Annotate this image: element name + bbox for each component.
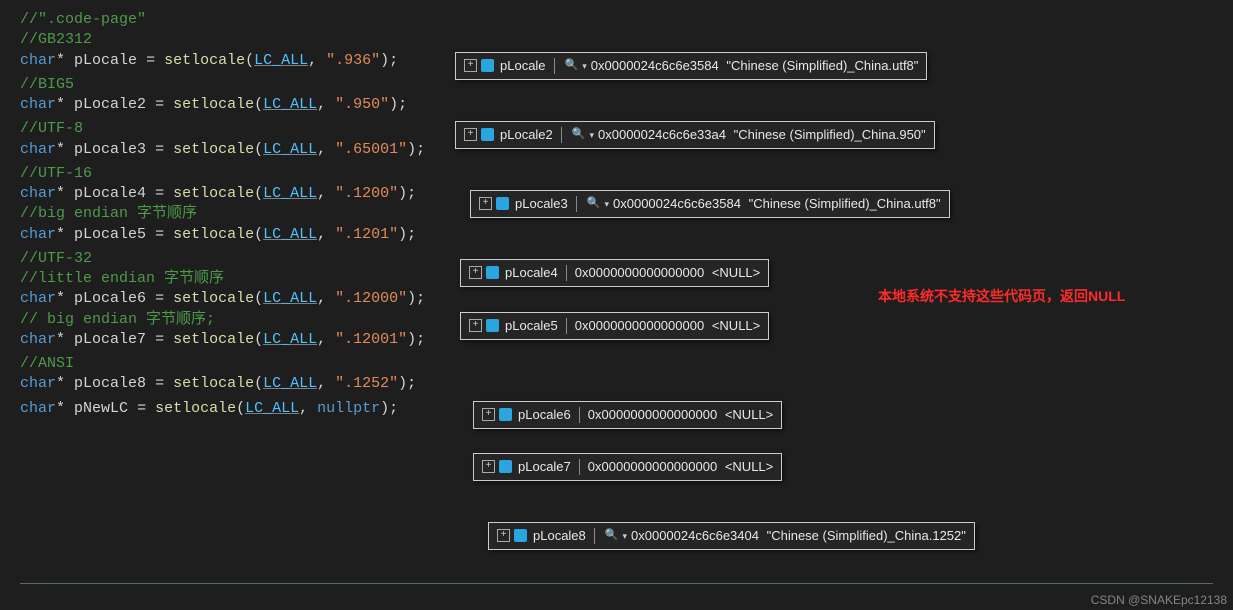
- code-line-pLocale5: char* pLocale5 = setlocale(LC_ALL, ".120…: [20, 225, 1213, 245]
- tooltip-string: <NULL>: [725, 406, 773, 424]
- tooltip-string: <NULL>: [712, 264, 760, 282]
- expand-icon[interactable]: +: [497, 529, 510, 542]
- variable-icon: [499, 460, 512, 473]
- tooltip-string: "Chinese (Simplified)_China.950": [734, 126, 926, 144]
- expand-icon[interactable]: +: [469, 266, 482, 279]
- comment-utf16: //UTF-16: [20, 165, 92, 182]
- annotation-text: 本地系统不支持这些代码页，返回NULL: [878, 287, 1125, 306]
- variable-icon: [496, 197, 509, 210]
- debug-tooltip-pLocale7[interactable]: + pLocale7 0x0000000000000000 <NULL>: [473, 453, 782, 481]
- chevron-down-icon[interactable]: ▾: [604, 198, 609, 210]
- debug-tooltip-pLocale5[interactable]: + pLocale5 0x0000000000000000 <NULL>: [460, 312, 769, 340]
- tooltip-address: 0x0000000000000000: [588, 406, 717, 424]
- tooltip-address: 0x0000024c6c6e3584: [613, 195, 741, 213]
- tooltip-address: 0x0000000000000000: [588, 458, 717, 476]
- tooltip-address: 0x0000000000000000: [575, 264, 704, 282]
- comment-utf8: //UTF-8: [20, 120, 83, 137]
- expand-icon[interactable]: +: [482, 408, 495, 421]
- magnifier-icon[interactable]: 🔍: [565, 58, 579, 73]
- expand-icon[interactable]: +: [482, 460, 495, 473]
- tooltip-varname: pLocale5: [505, 317, 558, 335]
- tooltip-string: "Chinese (Simplified)_China.1252": [767, 527, 966, 545]
- expand-icon[interactable]: +: [469, 319, 482, 332]
- tooltip-address: 0x0000000000000000: [575, 317, 704, 335]
- chevron-down-icon[interactable]: ▾: [622, 530, 627, 542]
- tooltip-varname: pLocale: [500, 57, 546, 75]
- tooltip-address: 0x0000024c6c6e3404: [631, 527, 759, 545]
- comment-codepage: //".code-page": [20, 11, 146, 28]
- tooltip-varname: pLocale6: [518, 406, 571, 424]
- debug-tooltip-pLocale3[interactable]: + pLocale3 🔍▾ 0x0000024c6c6e3584 "Chinese…: [470, 190, 950, 218]
- watermark: CSDN @SNAKEpc12138: [1091, 592, 1227, 608]
- magnifier-icon[interactable]: 🔍: [587, 196, 601, 211]
- tooltip-varname: pLocale8: [533, 527, 586, 545]
- magnifier-icon[interactable]: 🔍: [572, 127, 586, 142]
- debug-tooltip-pLocale8[interactable]: + pLocale8 🔍▾ 0x0000024c6c6e3404 "Chinese…: [488, 522, 975, 550]
- tooltip-varname: pLocale2: [500, 126, 553, 144]
- debug-tooltip-pLocale[interactable]: + pLocale 🔍▾ 0x0000024c6c6e3584 "Chinese …: [455, 52, 927, 80]
- variable-icon: [486, 319, 499, 332]
- debug-tooltip-pLocale4[interactable]: + pLocale4 0x0000000000000000 <NULL>: [460, 259, 769, 287]
- tooltip-varname: pLocale7: [518, 458, 571, 476]
- tooltip-varname: pLocale3: [515, 195, 568, 213]
- comment-ansi: //ANSI: [20, 355, 74, 372]
- comment-bigendian2: // big endian 字节顺序;: [20, 311, 215, 328]
- chevron-down-icon[interactable]: ▾: [589, 129, 594, 141]
- tooltip-string: <NULL>: [725, 458, 773, 476]
- comment-big5: //BIG5: [20, 76, 74, 93]
- expand-icon[interactable]: +: [464, 128, 477, 141]
- tooltip-string: "Chinese (Simplified)_China.utf8": [749, 195, 941, 213]
- expand-icon[interactable]: +: [464, 59, 477, 72]
- debug-tooltip-pLocale6[interactable]: + pLocale6 0x0000000000000000 <NULL>: [473, 401, 782, 429]
- comment-utf32: //UTF-32: [20, 250, 92, 267]
- magnifier-icon[interactable]: 🔍: [605, 528, 619, 543]
- tooltip-address: 0x0000024c6c6e3584: [591, 57, 719, 75]
- variable-icon: [481, 59, 494, 72]
- tooltip-string: <NULL>: [712, 317, 760, 335]
- comment-gb2312: //GB2312: [20, 31, 92, 48]
- chevron-down-icon[interactable]: ▾: [582, 60, 587, 72]
- debug-tooltip-pLocale2[interactable]: + pLocale2 🔍▾ 0x0000024c6c6e33a4 "Chinese…: [455, 121, 935, 149]
- comment-littleendian: //little endian 字节顺序: [20, 270, 224, 287]
- code-line-pLocale8: char* pLocale8 = setlocale(LC_ALL, ".125…: [20, 374, 1213, 394]
- tooltip-address: 0x0000024c6c6e33a4: [598, 126, 726, 144]
- variable-icon: [514, 529, 527, 542]
- expand-icon[interactable]: +: [479, 197, 492, 210]
- comment-bigendian1: //big endian 字节顺序: [20, 205, 197, 222]
- variable-icon: [486, 266, 499, 279]
- variable-icon: [481, 128, 494, 141]
- code-line-pLocale2: char* pLocale2 = setlocale(LC_ALL, ".950…: [20, 95, 1213, 115]
- variable-icon: [499, 408, 512, 421]
- tooltip-varname: pLocale4: [505, 264, 558, 282]
- tooltip-string: "Chinese (Simplified)_China.utf8": [726, 57, 918, 75]
